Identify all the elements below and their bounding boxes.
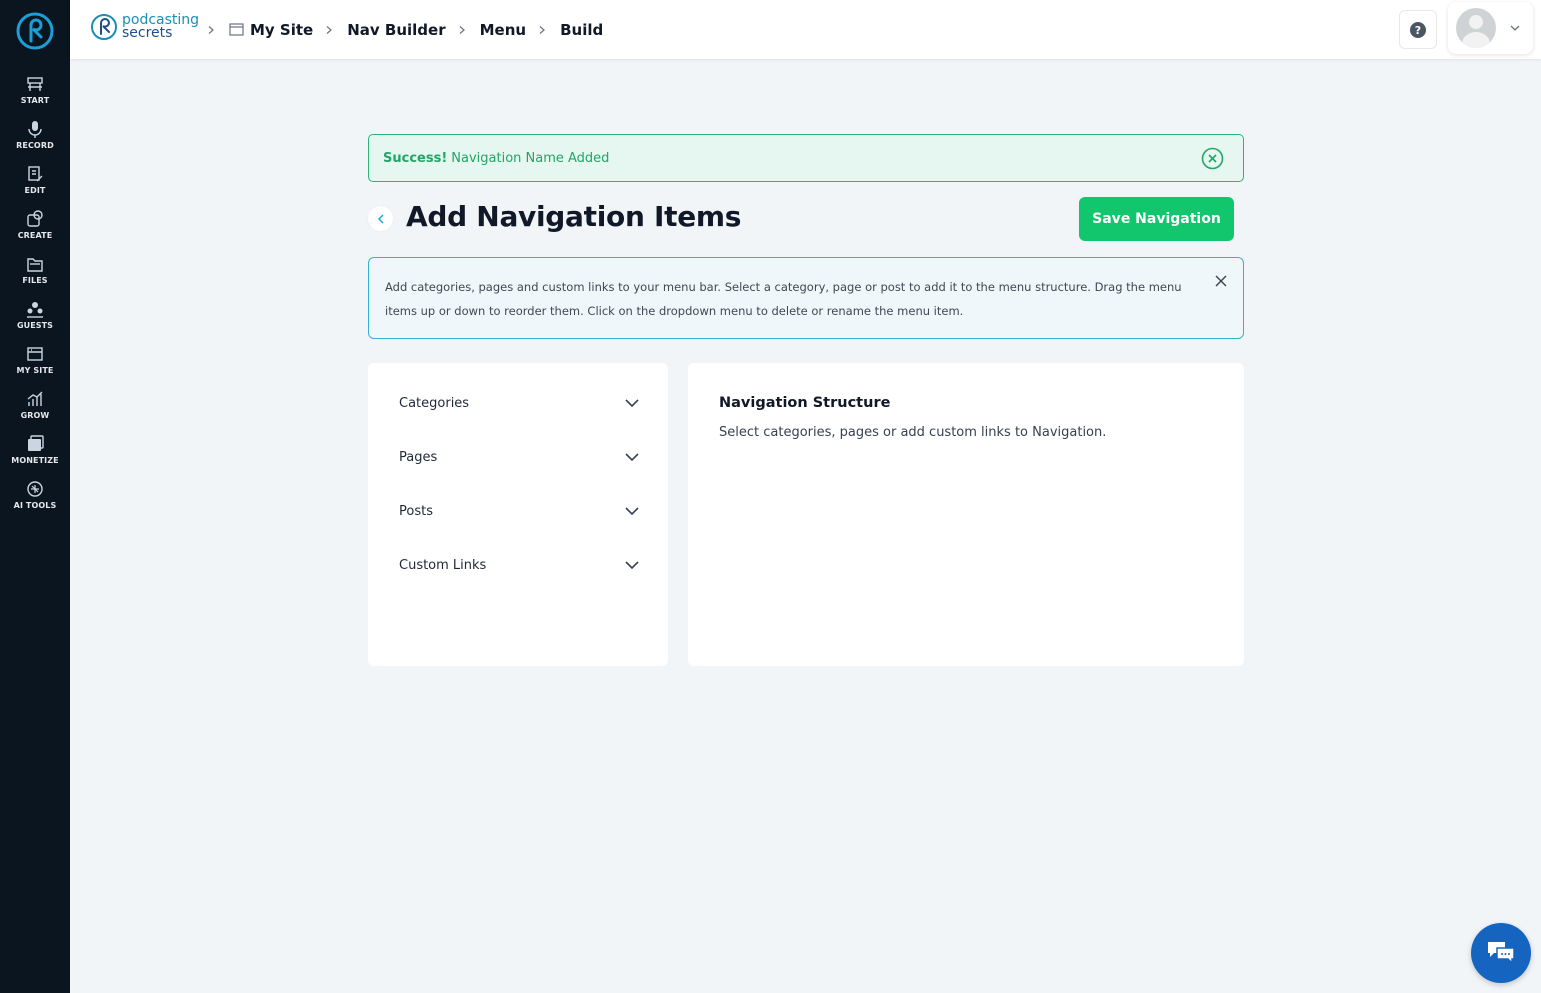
podcasting-secrets-logo[interactable] bbox=[15, 11, 55, 51]
edit-icon bbox=[28, 166, 43, 182]
sidebar-item-my-site[interactable]: MY SITE bbox=[0, 345, 70, 389]
accordion-label: Posts bbox=[399, 503, 433, 519]
top-bar: podcasting secrets My Site Nav Builder M… bbox=[70, 0, 1541, 59]
chevron-left-icon bbox=[377, 214, 383, 223]
sidebar-label-record: RECORD bbox=[16, 141, 54, 150]
help-icon: ? bbox=[1410, 21, 1426, 38]
chevron-right-icon bbox=[459, 25, 465, 34]
sidebar-item-ai-tools[interactable]: AI TOOLS bbox=[0, 480, 70, 524]
breadcrumb-build[interactable]: Build bbox=[560, 21, 603, 39]
sidebar-label-grow: GROW bbox=[20, 411, 50, 420]
guests-icon bbox=[27, 302, 43, 318]
breadcrumb-menu[interactable]: Menu bbox=[480, 21, 526, 39]
success-alert-title: Success! bbox=[383, 150, 448, 166]
sidebar-item-guests[interactable]: GUESTS bbox=[0, 300, 70, 344]
sidebar-label-ai-tools: AI TOOLS bbox=[13, 501, 57, 510]
save-navigation-button[interactable]: Save Navigation bbox=[1079, 197, 1234, 241]
accordion-label: Pages bbox=[399, 449, 438, 465]
accordion-custom-links[interactable]: Custom Links bbox=[399, 550, 639, 580]
my-site-icon bbox=[27, 347, 43, 361]
accordion-label: Custom Links bbox=[399, 557, 487, 573]
accordion-pages[interactable]: Pages bbox=[399, 442, 639, 472]
accordion-label: Categories bbox=[399, 395, 470, 411]
info-box: Add categories, pages and custom links t… bbox=[368, 257, 1244, 339]
navigation-structure-subtitle: Select categories, pages or add custom l… bbox=[719, 425, 1107, 440]
my-site-icon bbox=[229, 23, 244, 36]
sidebar-item-grow[interactable]: GROW bbox=[0, 390, 70, 434]
grow-icon bbox=[27, 391, 43, 406]
svg-text:?: ? bbox=[1415, 24, 1421, 37]
info-text: Add categories, pages and custom links t… bbox=[385, 280, 1182, 318]
sidebar: START RECORD EDIT CREATE FILES GUESTS MY… bbox=[0, 0, 70, 993]
chevron-right-icon bbox=[539, 25, 545, 34]
chevron-down-icon bbox=[625, 453, 639, 461]
close-circle-icon[interactable] bbox=[1201, 147, 1224, 170]
microphone-icon bbox=[28, 121, 42, 138]
sidebar-item-edit[interactable]: EDIT bbox=[0, 165, 70, 209]
sidebar-label-create: CREATE bbox=[17, 231, 53, 240]
create-icon bbox=[27, 210, 43, 227]
chat-icon bbox=[1488, 942, 1515, 965]
ai-tools-icon bbox=[27, 481, 43, 497]
success-alert: Success! Navigation Name Added bbox=[368, 134, 1244, 182]
items-accordion-panel: Categories Pages Posts Custom Links bbox=[368, 363, 668, 666]
chevron-right-icon bbox=[208, 25, 214, 34]
accordion-categories[interactable]: Categories bbox=[399, 388, 639, 418]
brand-line-2: secrets bbox=[122, 25, 173, 41]
sidebar-item-files[interactable]: FILES bbox=[0, 255, 70, 299]
chevron-down-icon bbox=[625, 561, 639, 569]
monetize-icon bbox=[28, 435, 44, 451]
navigation-structure-title: Navigation Structure bbox=[719, 395, 891, 411]
brand-logo[interactable]: podcasting secrets bbox=[90, 12, 199, 42]
help-button[interactable]: ? bbox=[1399, 10, 1437, 49]
chat-button[interactable] bbox=[1471, 923, 1531, 983]
profile-menu-button[interactable] bbox=[1448, 2, 1533, 54]
sidebar-label-start: START bbox=[20, 96, 50, 105]
breadcrumb-my-site[interactable]: My Site bbox=[229, 21, 313, 39]
sidebar-item-record[interactable]: RECORD bbox=[0, 120, 70, 164]
podcasting-secrets-logo-icon bbox=[91, 14, 117, 40]
sidebar-label-my-site: MY SITE bbox=[16, 366, 54, 375]
chevron-right-icon bbox=[326, 25, 333, 34]
avatar bbox=[1456, 8, 1496, 48]
back-button[interactable] bbox=[368, 206, 393, 231]
navigation-structure-panel: Navigation Structure Select categories, … bbox=[688, 363, 1244, 666]
chevron-down-icon bbox=[625, 507, 639, 515]
files-icon bbox=[27, 258, 43, 272]
sidebar-label-guests: GUESTS bbox=[16, 321, 54, 330]
close-icon[interactable] bbox=[1214, 274, 1228, 288]
success-alert-message: Navigation Name Added bbox=[451, 150, 610, 166]
breadcrumb-nav-builder[interactable]: Nav Builder bbox=[347, 21, 445, 39]
sidebar-label-files: FILES bbox=[22, 276, 48, 285]
start-icon bbox=[27, 77, 43, 91]
sidebar-label-monetize: MONETIZE bbox=[11, 456, 59, 465]
sidebar-item-monetize[interactable]: MONETIZE bbox=[0, 435, 70, 479]
sidebar-item-create[interactable]: CREATE bbox=[0, 210, 70, 254]
sidebar-item-start[interactable]: START bbox=[0, 75, 70, 119]
accordion-posts[interactable]: Posts bbox=[399, 496, 639, 526]
breadcrumb-label: My Site bbox=[250, 20, 314, 39]
page-title: Add Navigation Items bbox=[406, 200, 742, 233]
sidebar-label-edit: EDIT bbox=[24, 186, 46, 195]
chevron-down-icon bbox=[625, 399, 639, 407]
chevron-down-icon bbox=[1510, 25, 1520, 31]
breadcrumb: My Site Nav Builder Menu Build bbox=[205, 0, 603, 59]
